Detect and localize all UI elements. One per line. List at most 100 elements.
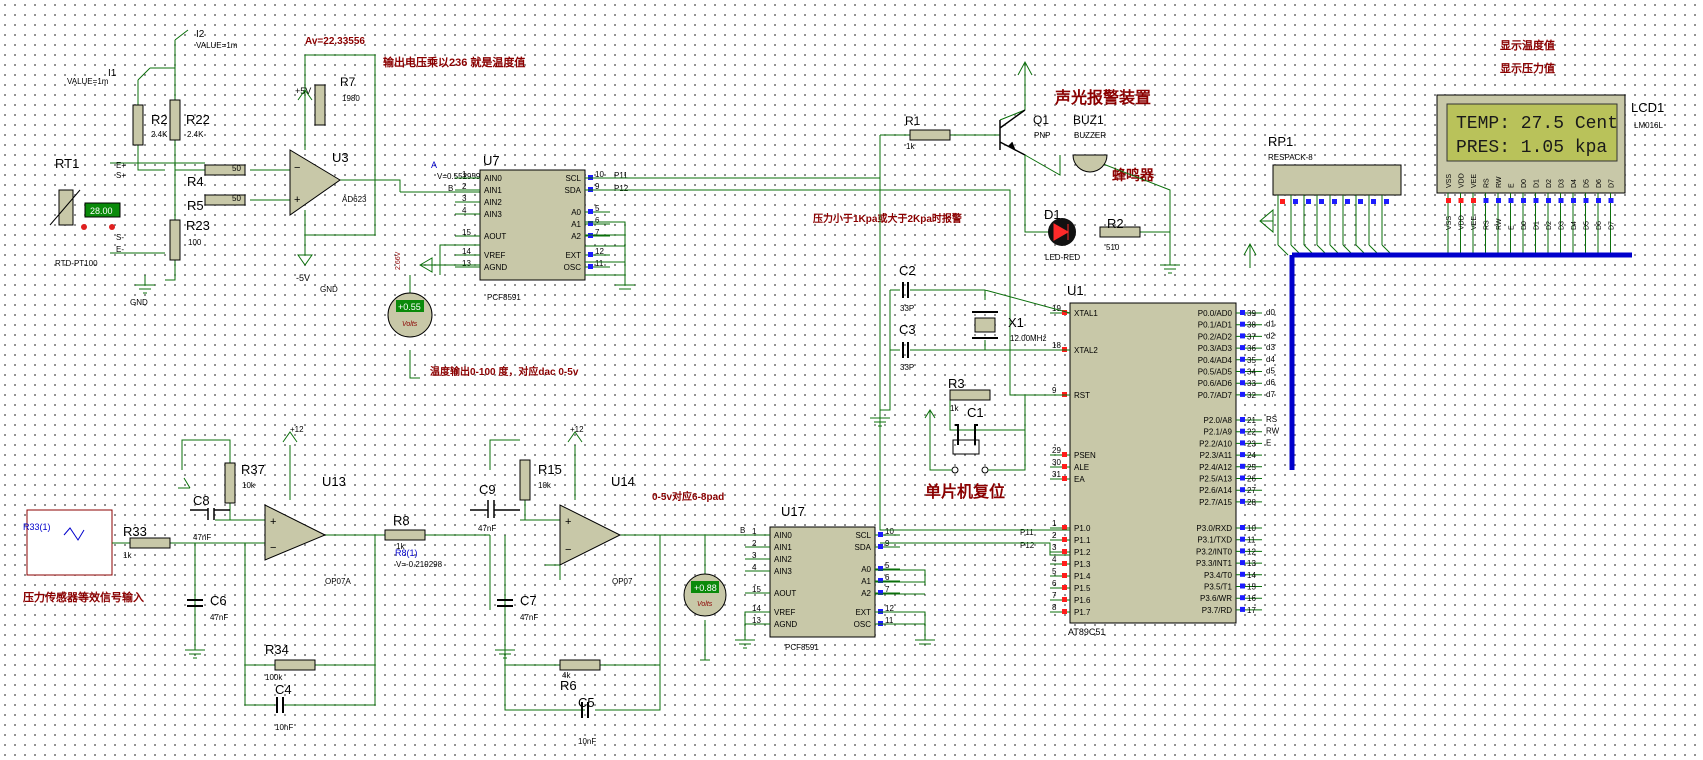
mcu-pin-name: P3.5/T1 xyxy=(1204,583,1233,592)
i1-ref: I1 xyxy=(108,68,117,79)
u13-model: OP07A xyxy=(325,577,351,586)
lcd-pin-net: VSS xyxy=(1446,216,1453,230)
meter1-val: +0.55 xyxy=(398,302,421,312)
mcu-pin-name: XTAL1 xyxy=(1074,309,1098,318)
mcu-pin-num: 16 xyxy=(1247,594,1256,603)
lcd-ref: LCD1 xyxy=(1631,100,1664,115)
c2-ref: C2 xyxy=(899,263,916,278)
rp1-pins xyxy=(1277,195,1393,256)
mcu-pin-name: P2.4/A12 xyxy=(1199,463,1232,472)
lcd-pin-net: D2 xyxy=(1546,221,1553,230)
mcu-pin-net: d4 xyxy=(1266,355,1275,364)
pin-marker xyxy=(1471,198,1476,203)
mcu-pin-num: 34 xyxy=(1247,368,1256,377)
gnd-alarm xyxy=(1160,262,1180,274)
lcd-line-2: PRES: 1.05 kpa xyxy=(1456,138,1607,158)
c7-val: 47nF xyxy=(520,613,538,622)
u7-probe: A xyxy=(431,160,437,170)
mcu-pin-net: RW xyxy=(1266,427,1280,436)
mcu-pin-name: P2.6/A14 xyxy=(1199,486,1232,495)
d1-ref: D1 xyxy=(1044,207,1061,222)
pin-marker xyxy=(1062,609,1067,614)
adc-pin-name: OSC xyxy=(854,620,872,629)
pin-marker xyxy=(1240,380,1245,386)
d1-model: LED-RED xyxy=(1045,253,1080,262)
mcu-pin-name: P3.6/WR xyxy=(1200,594,1232,603)
pin-marker xyxy=(1384,199,1389,204)
mcu-pin-num: 6 xyxy=(1052,579,1057,588)
mcu-pin-name: P0.7/AD7 xyxy=(1198,391,1233,400)
adc-pin-name: EXT xyxy=(565,251,581,260)
capacitor-c9 xyxy=(470,500,520,518)
pin-marker xyxy=(1062,573,1067,578)
pin-marker xyxy=(1062,464,1067,469)
s-plus: S+ xyxy=(116,171,126,180)
r5-ref: R5 xyxy=(187,198,204,213)
adc-pin-name: SDA xyxy=(855,543,872,552)
r5-val: 50 xyxy=(232,194,241,203)
voltmeter-pressure: +0.88 Volts xyxy=(683,573,727,617)
mcu-pin-name: P3.7/RD xyxy=(1202,606,1232,615)
mcu-pin-name: P1.5 xyxy=(1074,584,1091,593)
gnd-label-rt1: GND xyxy=(130,298,148,307)
lcd-pin-name: VSS xyxy=(1446,174,1453,188)
voltmeter-temp: +0.55 Volts xyxy=(387,292,433,338)
adc-pin-name: AGND xyxy=(774,620,797,629)
buz1-ref: BUZ1 xyxy=(1073,113,1104,127)
adc-pin-num: 3 xyxy=(752,551,757,560)
adc-pin-name: SCL xyxy=(565,174,581,183)
pin-marker xyxy=(878,544,883,549)
note-gain: Av=22.33556 xyxy=(305,36,365,47)
pin-marker xyxy=(1240,310,1245,315)
pin-marker xyxy=(1240,428,1245,434)
adc-pin-num: 15 xyxy=(752,585,761,594)
pin-marker xyxy=(1280,199,1285,204)
c8-val: 47nF xyxy=(193,533,211,542)
resistor-r37 xyxy=(224,462,236,504)
u3-ref: U3 xyxy=(332,150,349,165)
pin-marker xyxy=(1240,391,1245,397)
adc-pin-name: AIN0 xyxy=(484,174,502,183)
r23-val: 100 xyxy=(188,238,202,247)
capacitor-c3 xyxy=(902,342,909,358)
mcu-pin-num: 18 xyxy=(1052,341,1061,350)
pin-marker xyxy=(1521,198,1526,203)
svg-text:+: + xyxy=(294,194,300,206)
mcu-pin-name: P1.4 xyxy=(1074,572,1091,581)
mcu-pin-net: RS xyxy=(1266,415,1277,424)
c8-ref: C8 xyxy=(193,493,210,508)
mcu-pin-name: P3.3/INT1 xyxy=(1196,559,1233,568)
mcu-pin-name: P0.0/AD0 xyxy=(1198,309,1233,318)
mcu-pin-name: P0.1/AD1 xyxy=(1198,321,1233,330)
c7-ref: C7 xyxy=(520,593,537,608)
r2-val: 2.4K xyxy=(151,130,168,139)
mcu-pin-num: 9 xyxy=(1052,386,1057,395)
note-reset: 单片机复位 xyxy=(925,482,1005,501)
r37-val: 10k xyxy=(242,481,256,490)
mcu-pin-num: 28 xyxy=(1247,498,1256,507)
data-bus xyxy=(1289,252,1632,470)
note-show-temp: 显示温度值 xyxy=(1500,38,1555,52)
mcu-pin-name: P1.3 xyxy=(1074,560,1091,569)
p12-u14: +12 xyxy=(570,425,584,434)
pin-marker xyxy=(1458,198,1464,203)
adc-pin-num: 4 xyxy=(462,206,467,215)
pin-marker xyxy=(1240,321,1245,327)
u17-ref: U17 xyxy=(781,504,805,519)
mcu-pin-name: ALE xyxy=(1074,463,1089,472)
r2-ref: R2 xyxy=(151,112,168,127)
lcd-pin-net: D0 xyxy=(1521,221,1528,230)
lcd-pin-name: D6 xyxy=(1596,179,1603,188)
r15-val: 10k xyxy=(538,481,552,490)
note-temp-range: 温度输出0-100 度，对应dac 0-5v xyxy=(430,365,579,378)
net-b-u17: B xyxy=(740,526,745,535)
svg-text:−: − xyxy=(294,162,300,174)
mcu-pin-net: d3 xyxy=(1266,343,1275,352)
pin-marker xyxy=(1062,525,1067,530)
lcd-pin-name: D7 xyxy=(1609,179,1616,188)
mcu-pin-num: 14 xyxy=(1247,571,1256,580)
mcu-pin-name: P0.2/AD2 xyxy=(1198,332,1233,341)
r4-val: 50 xyxy=(232,164,241,173)
r4-ref: R4 xyxy=(187,174,204,189)
lcd-pin-name: VEE xyxy=(1471,174,1478,188)
